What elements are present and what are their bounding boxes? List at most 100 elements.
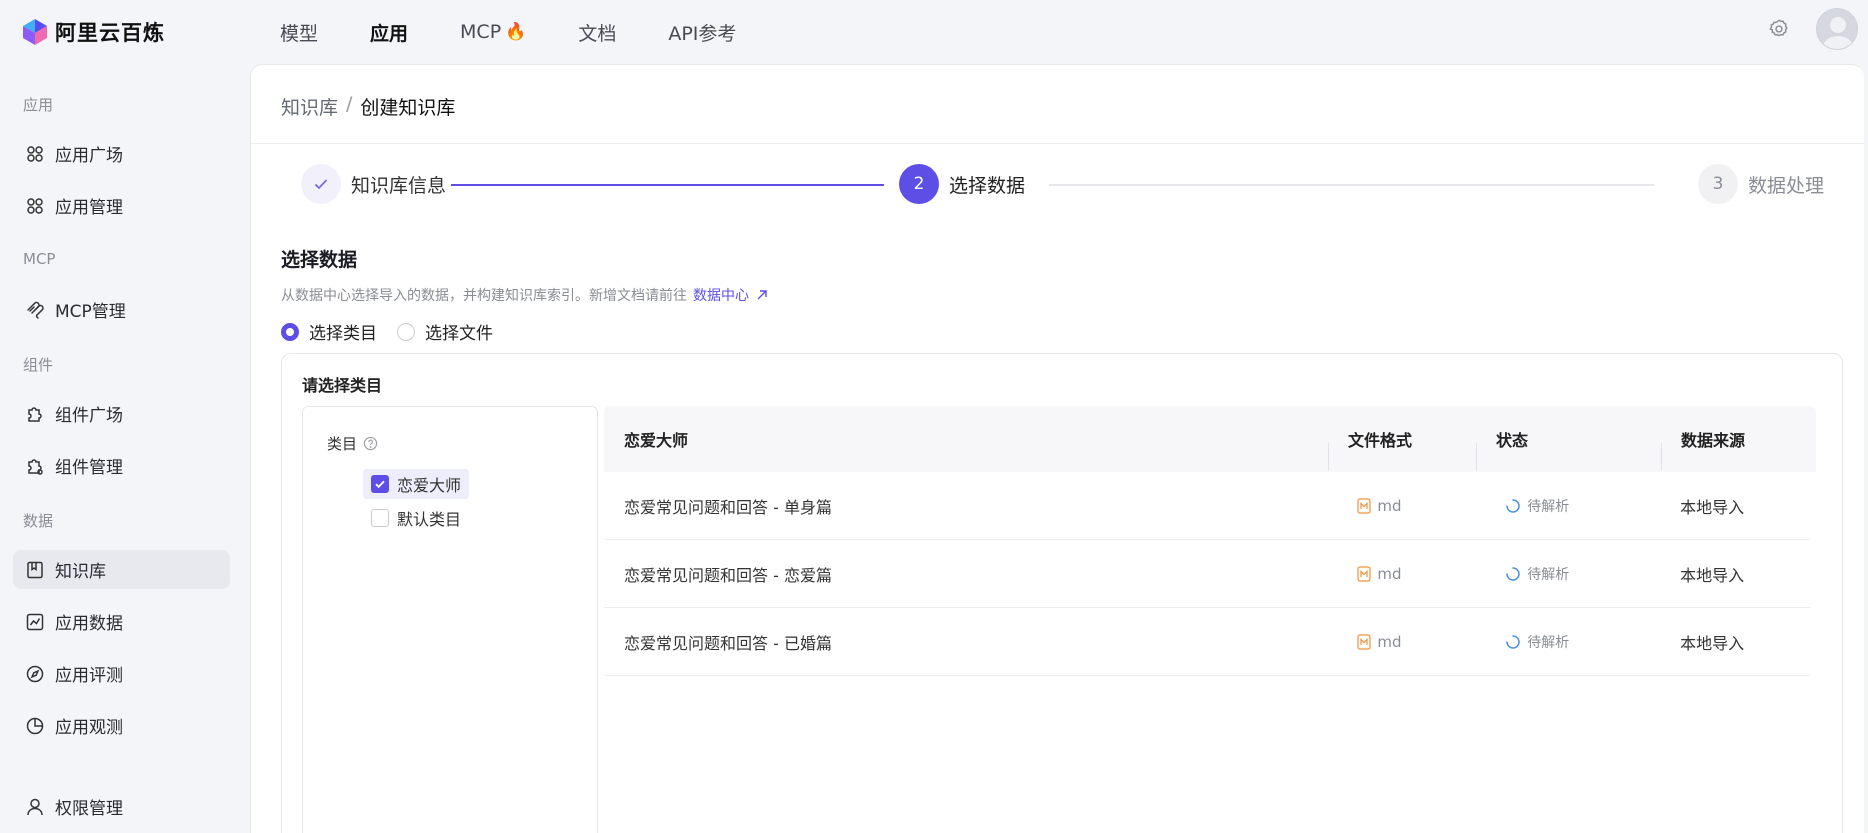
status-badge: 待解析	[1505, 564, 1660, 584]
table-row[interactable]: 恋爱常见问题和回答 - 恋爱篇 md 待解析 本地导入	[604, 540, 1810, 608]
topnav-apps[interactable]: 应用	[370, 19, 408, 46]
table-header: 恋爱大师 文件格式 状态 数据来源	[604, 406, 1816, 472]
step-2-label: 选择数据	[949, 175, 1026, 197]
header-divider	[251, 143, 1864, 144]
table-row[interactable]: 恋爱常见问题和回答 - 已婚篇 md 待解析 本地导入	[604, 608, 1810, 676]
compass-icon	[26, 665, 44, 682]
status-cell: 待解析	[1475, 632, 1660, 652]
breadcrumb: 知识库 / 创建知识库	[281, 93, 455, 120]
table-row[interactable]: 恋爱常见问题和回答 - 单身篇 md 待解析 本地导入	[604, 472, 1810, 540]
status-label: 待解析	[1527, 566, 1570, 583]
format-cell: md	[1327, 633, 1475, 651]
top-navigation-bar: 阿里云百炼 模型 应用 MCP 🔥 文档 API参考	[0, 0, 1868, 64]
data-mode-radio-group: 选择类目 选择文件	[281, 319, 513, 344]
sidebar-item-mcp-manage[interactable]: MCP管理	[13, 290, 230, 329]
format-cell: md	[1327, 565, 1475, 583]
doc-source: 本地导入	[1680, 633, 1745, 653]
sidebar-item-label: MCP管理	[55, 302, 126, 322]
category-node-love-master[interactable]: 恋爱大师	[363, 469, 470, 499]
status-cell: 待解析	[1475, 564, 1660, 584]
sidebar-item-component-manage[interactable]: 组件管理	[13, 446, 230, 485]
user-avatar-icon	[1823, 17, 1853, 49]
sidebar-item-knowledge-base[interactable]: 知识库	[13, 550, 230, 589]
sidebar-group-app: 应用	[23, 96, 54, 114]
step-1-label: 知识库信息	[351, 175, 447, 197]
sidebar-item-app-observe[interactable]: 应用观测	[13, 706, 230, 745]
sidebar-item-label: 组件管理	[55, 458, 123, 478]
panel-title: 请选择类目	[302, 376, 383, 395]
tree-header-label: 类目	[327, 435, 358, 453]
header-source: 数据来源	[1661, 427, 1811, 471]
sidebar-item-app-manage[interactable]: 应用管理	[13, 186, 230, 225]
document-table: 恋爱大师 文件格式 状态 数据来源 恋爱常见问题和回答 - 单身篇 md 待解析	[604, 406, 1816, 676]
user-icon	[27, 798, 43, 815]
top-right-actions	[1768, 8, 1858, 50]
category-label: 默认类目	[397, 510, 462, 529]
format-label: md	[1377, 632, 1402, 651]
topnav-models[interactable]: 模型	[280, 19, 318, 46]
brand[interactable]: 阿里云百炼	[22, 17, 280, 47]
format-cell: md	[1327, 497, 1475, 515]
header-format: 文件格式	[1328, 427, 1476, 471]
section-title: 选择数据	[281, 249, 358, 271]
step-3-circle: 3	[1698, 164, 1738, 204]
sidebar: 应用 应用广场 应用管理 MCP MCP管理 组件 组件广场 组件管理 数据 知…	[0, 64, 250, 833]
sidebar-group-mcp: MCP	[23, 250, 56, 268]
pie-chart-icon	[26, 717, 44, 734]
radio-unchecked-icon	[397, 322, 415, 341]
main-content: 知识库 / 创建知识库 知识库信息 2 选择数据 3 数据处理 选择数据 从数据…	[250, 64, 1864, 833]
breadcrumb-parent[interactable]: 知识库	[281, 93, 338, 120]
help-icon[interactable]	[363, 436, 378, 451]
step-1-circle	[301, 164, 341, 204]
sidebar-item-label: 应用观测	[55, 718, 123, 738]
user-avatar[interactable]	[1816, 8, 1858, 50]
page-title: 创建知识库	[360, 97, 456, 119]
sidebar-item-app-eval[interactable]: 应用评测	[13, 654, 230, 693]
doc-name: 恋爱常见问题和回答 - 单身篇	[624, 497, 832, 517]
sidebar-item-app-plaza[interactable]: 应用广场	[13, 134, 230, 173]
breadcrumb-separator: /	[346, 93, 353, 115]
format-label: md	[1377, 496, 1402, 515]
doc-source: 本地导入	[1680, 497, 1745, 517]
category-tree: 类目 恋爱大师 默认类目	[302, 406, 598, 833]
mcp-icon	[27, 301, 44, 319]
format-label: md	[1377, 564, 1402, 583]
topnav-api-reference[interactable]: API参考	[668, 19, 736, 46]
sidebar-item-label: 应用数据	[55, 614, 123, 634]
status-badge: 待解析	[1505, 496, 1660, 516]
status-cell: 待解析	[1475, 496, 1660, 516]
topnav-docs[interactable]: 文档	[578, 19, 616, 46]
step-2-circle: 2	[899, 164, 939, 204]
doc-name: 恋爱常见问题和回答 - 恋爱篇	[624, 565, 832, 585]
sidebar-item-label: 应用评测	[55, 666, 123, 686]
format-badge: md	[1357, 565, 1475, 583]
topnav-mcp-label: MCP	[460, 21, 502, 43]
sidebar-item-label: 应用广场	[55, 146, 123, 166]
header-status: 状态	[1476, 427, 1661, 471]
sidebar-item-component-plaza[interactable]: 组件广场	[13, 394, 230, 433]
sidebar-item-permission[interactable]: 权限管理	[13, 787, 230, 826]
top-nav: 模型 应用 MCP 🔥 文档 API参考	[280, 19, 788, 46]
loading-icon	[1506, 566, 1520, 581]
radio-select-file[interactable]: 选择文件	[397, 319, 493, 344]
sidebar-item-label: 权限管理	[55, 799, 123, 819]
sidebar-item-app-data[interactable]: 应用数据	[13, 602, 230, 641]
step-connector-2	[1049, 184, 1654, 186]
radio-select-category[interactable]: 选择类目	[281, 319, 377, 344]
category-node-default[interactable]: 默认类目	[363, 503, 469, 533]
loading-icon	[1506, 498, 1520, 513]
external-link-icon	[757, 290, 767, 300]
markdown-file-icon	[1357, 565, 1371, 582]
markdown-file-icon	[1357, 633, 1371, 650]
data-center-link[interactable]: 数据中心	[693, 285, 770, 305]
sidebar-item-label: 应用管理	[55, 198, 123, 218]
settings-icon[interactable]	[1768, 18, 1790, 40]
category-selection-panel: 请选择类目 类目 恋爱大师 默认类目 恋爱大师 文件格式 状态 数据来源 恋爱常…	[281, 353, 1843, 833]
puzzle-icon	[28, 406, 42, 422]
topnav-mcp[interactable]: MCP 🔥	[460, 21, 526, 43]
line-chart-icon	[26, 613, 44, 630]
markdown-file-icon	[1357, 497, 1371, 514]
section-description: 从数据中心选择导入的数据，并构建知识库索引。新增文档请前往 数据中心	[281, 285, 770, 305]
radio-label: 选择类目	[309, 324, 377, 344]
data-center-link-label: 数据中心	[693, 288, 749, 304]
